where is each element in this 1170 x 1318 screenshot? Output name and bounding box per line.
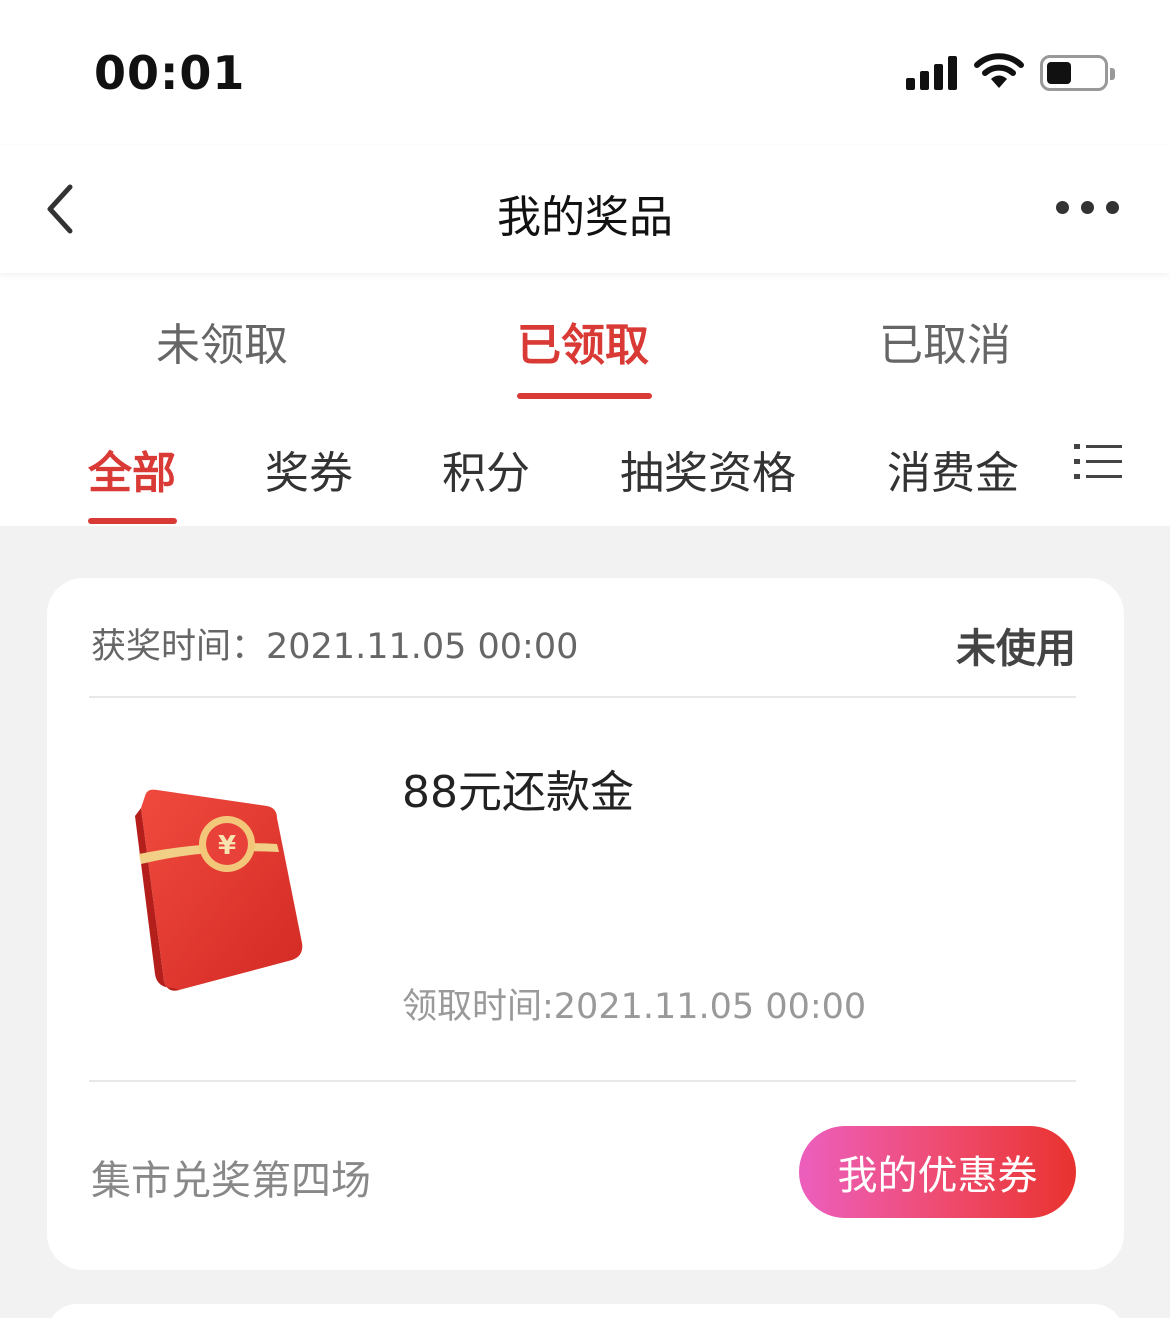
my-coupons-button[interactable]: 我的优惠券: [799, 1126, 1076, 1218]
cellular-signal-icon: [906, 56, 960, 90]
prize-card-next[interactable]: [47, 1304, 1124, 1318]
prize-name: 88元还款金: [402, 767, 634, 818]
award-time: 获奖时间：2021.11.05 00:00: [91, 627, 579, 667]
list-menu-icon[interactable]: [1072, 441, 1124, 483]
subtab-consumption[interactable]: 消费金: [887, 437, 1019, 501]
nav-bar: 我的奖品: [0, 145, 1170, 273]
receive-time: 领取时间:2021.11.05 00:00: [402, 987, 867, 1027]
tab-unclaimed[interactable]: 未领取: [156, 309, 288, 373]
status-badge: 未使用: [956, 626, 1076, 672]
event-name: 集市兑奖第四场: [91, 1158, 371, 1204]
main-tabs: 未领取 已领取 已取消: [0, 273, 1170, 403]
subtab-lottery[interactable]: 抽奖资格: [620, 437, 796, 501]
category-tabs: 全部 奖券 积分 抽奖资格 消费金: [0, 403, 1170, 526]
page-title: 我的奖品: [497, 192, 673, 243]
battery-icon: [1040, 55, 1115, 91]
prize-card[interactable]: 获奖时间：2021.11.05 00:00 未使用 ¥ 88元还款金 领取时间:…: [47, 578, 1124, 1270]
prize-page: 00:01 我的奖品 未领取 已领取 已取消 全部 奖券 积分 抽奖资格 消费金…: [0, 0, 1170, 1318]
status-time: 00:01: [94, 46, 246, 100]
tab-cancelled[interactable]: 已取消: [879, 309, 1011, 373]
divider: [89, 696, 1076, 698]
more-dots-icon[interactable]: [1056, 197, 1120, 217]
subtab-points[interactable]: 积分: [442, 437, 530, 501]
divider: [89, 1080, 1076, 1082]
svg-text:¥: ¥: [218, 831, 236, 861]
wifi-icon: [974, 53, 1024, 88]
red-envelope-icon: ¥: [135, 789, 303, 991]
active-tab-indicator: [517, 393, 652, 399]
tab-claimed[interactable]: 已领取: [517, 309, 649, 373]
subtab-coupons[interactable]: 奖券: [265, 437, 353, 501]
status-bar: 00:01: [0, 0, 1170, 145]
subtab-all[interactable]: 全部: [88, 437, 176, 501]
active-subtab-indicator: [88, 518, 177, 524]
